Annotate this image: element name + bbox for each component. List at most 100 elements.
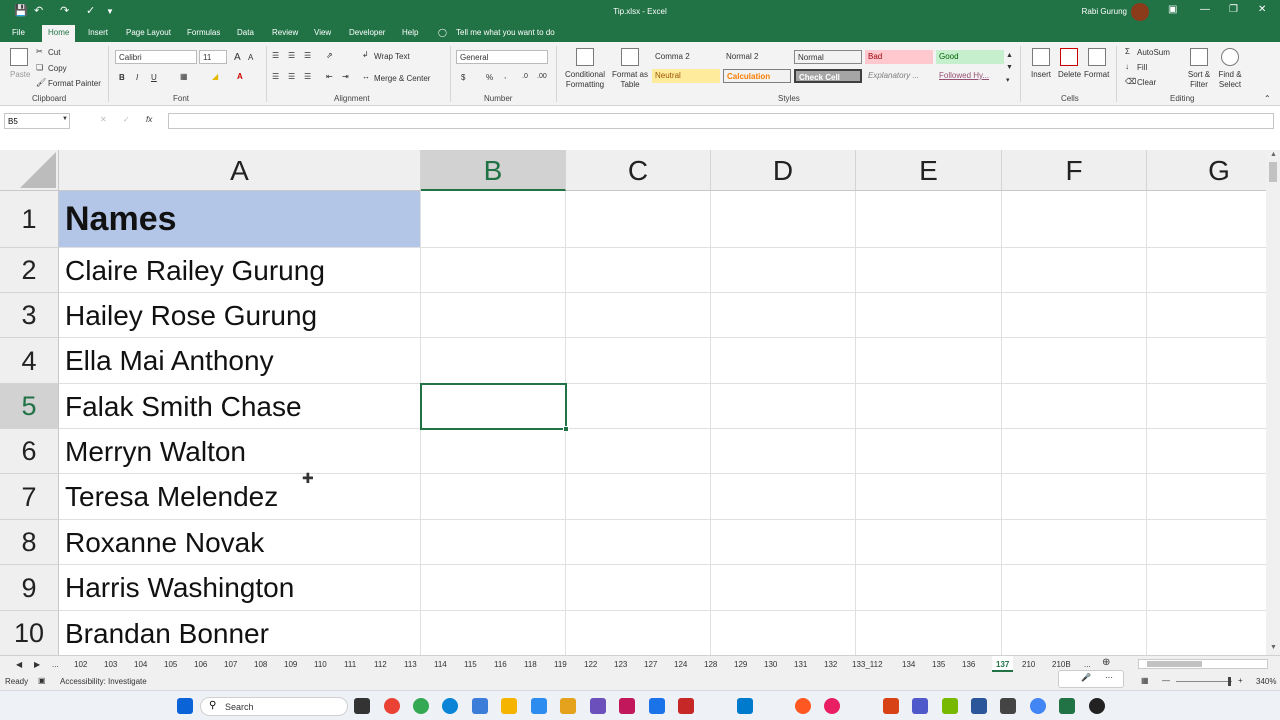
sheet-tab-104[interactable]: 104 <box>134 660 147 669</box>
vertical-scroll-thumb[interactable] <box>1269 162 1277 182</box>
sheet-tab-129[interactable]: 129 <box>734 660 747 669</box>
row-header-10[interactable]: 10 <box>0 611 59 655</box>
cell-d6[interactable] <box>711 429 856 474</box>
clear-button[interactable]: Clear <box>1137 78 1156 87</box>
wrap-text-button[interactable]: Wrap Text <box>374 52 410 61</box>
next-sheet-icon[interactable]: ▶ <box>34 660 40 669</box>
delete-cells-button[interactable]: Delete <box>1058 70 1081 79</box>
column-header-d[interactable]: D <box>711 150 856 191</box>
minimize-icon[interactable]: — <box>1200 4 1210 15</box>
app-icon-5[interactable] <box>795 698 811 714</box>
row-header-5[interactable]: 5 <box>0 384 59 429</box>
calendar-icon[interactable] <box>472 698 488 714</box>
style-calculation[interactable]: Calculation <box>723 69 791 83</box>
zoom-level[interactable]: 340% <box>1256 677 1276 686</box>
style-bad[interactable]: Bad <box>865 50 933 64</box>
align-top-icon[interactable]: ☰ <box>272 51 279 60</box>
decrease-font-icon[interactable]: A <box>248 53 253 62</box>
cut-icon[interactable]: ✂ <box>36 47 43 56</box>
prev-sheet-icon[interactable]: ◀ <box>16 660 22 669</box>
style-good[interactable]: Good <box>936 50 1004 64</box>
cell-a2[interactable]: Claire Railey Gurung <box>59 248 421 293</box>
maximize-icon[interactable]: ❐ <box>1229 4 1238 15</box>
comma-button[interactable]: , <box>504 71 506 80</box>
cell-b2[interactable] <box>421 248 566 293</box>
row-header-4[interactable]: 4 <box>0 338 59 384</box>
tab-insert[interactable]: Insert <box>88 28 108 37</box>
wrap-text-icon[interactable]: ↲ <box>362 50 369 59</box>
find-select-button[interactable]: Find & Select <box>1213 70 1247 90</box>
sort-filter-button[interactable]: Sort & Filter <box>1184 70 1214 90</box>
cell-f8[interactable] <box>1002 520 1147 565</box>
task-view-icon[interactable] <box>354 698 370 714</box>
styles-scroll-up-icon[interactable]: ▲ <box>1006 52 1013 59</box>
nvidia-icon[interactable] <box>942 698 958 714</box>
tab-data[interactable]: Data <box>237 28 254 37</box>
font-color-icon[interactable]: A <box>237 72 243 81</box>
align-bottom-icon[interactable]: ☰ <box>304 51 311 60</box>
cell-d7[interactable] <box>711 474 856 520</box>
row-header-2[interactable]: 2 <box>0 248 59 293</box>
cell-f2[interactable] <box>1002 248 1147 293</box>
align-left-icon[interactable]: ☰ <box>272 72 279 81</box>
name-box[interactable]: B5 <box>4 113 70 129</box>
cell-c7[interactable] <box>566 474 711 520</box>
cell-a7[interactable]: Teresa Melendez <box>59 474 421 520</box>
microphone-icon[interactable]: 🎤 <box>1081 673 1091 682</box>
tab-formulas[interactable]: Formulas <box>187 28 220 37</box>
cell-b3[interactable] <box>421 293 566 338</box>
merge-center-button[interactable]: Merge & Center <box>374 74 430 83</box>
cell-c10[interactable] <box>566 611 711 655</box>
scroll-up-icon[interactable]: ▲ <box>1270 151 1277 158</box>
cell-b10[interactable] <box>421 611 566 655</box>
conditional-formatting-button[interactable]: Conditional Formatting <box>563 70 607 90</box>
cell-a4[interactable]: Ella Mai Anthony <box>59 338 421 384</box>
cell-e3[interactable] <box>856 293 1002 338</box>
bold-button[interactable]: B <box>119 73 125 82</box>
cell-a8[interactable]: Roxanne Novak <box>59 520 421 565</box>
cell-b4[interactable] <box>421 338 566 384</box>
app-icon-2[interactable] <box>590 698 606 714</box>
cell-e1[interactable] <box>856 191 1002 248</box>
cell-f6[interactable] <box>1002 429 1147 474</box>
style-check-cell[interactable]: Check Cell <box>794 69 862 83</box>
sheet-tab-137[interactable]: 137 <box>992 656 1014 672</box>
style-followed-hyperlink[interactable]: Followed Hy... <box>936 69 1004 83</box>
sheet-overflow[interactable]: ... <box>52 660 59 669</box>
cell-g7[interactable] <box>1147 474 1266 520</box>
cell-e9[interactable] <box>856 565 1002 611</box>
cell-c8[interactable] <box>566 520 711 565</box>
sheet-tab-134[interactable]: 134 <box>902 660 915 669</box>
cell-f7[interactable] <box>1002 474 1147 520</box>
cell-f5[interactable] <box>1002 384 1147 429</box>
cell-c5[interactable] <box>566 384 711 429</box>
firefox-icon[interactable] <box>384 698 400 714</box>
cell-g9[interactable] <box>1147 565 1266 611</box>
app-icon-7[interactable] <box>971 698 987 714</box>
tab-file[interactable]: File <box>12 28 25 37</box>
merge-center-icon[interactable]: ↔ <box>362 72 370 81</box>
app-icon-6[interactable] <box>824 698 840 714</box>
sheet-tab-115[interactable]: 115 <box>464 660 477 669</box>
format-cells-icon[interactable] <box>1088 48 1106 66</box>
cell-e8[interactable] <box>856 520 1002 565</box>
copy-icon[interactable]: ❏ <box>36 63 43 72</box>
horizontal-scroll-thumb[interactable] <box>1147 661 1202 667</box>
find-select-icon[interactable] <box>1221 48 1239 66</box>
sheet-tab-105[interactable]: 105 <box>164 660 177 669</box>
column-header-f[interactable]: F <box>1002 150 1147 191</box>
edge-icon[interactable] <box>442 698 458 714</box>
app-icon-3[interactable] <box>619 698 635 714</box>
increase-indent-icon[interactable]: ⇥ <box>342 72 349 81</box>
style-comma-2[interactable]: Comma 2 <box>652 50 720 64</box>
sheet-tab-136[interactable]: 136 <box>962 660 975 669</box>
row-header-6[interactable]: 6 <box>0 429 59 474</box>
zoom-slider-thumb[interactable] <box>1228 677 1231 686</box>
enter-icon[interactable]: ✓ <box>123 115 130 124</box>
column-header-b[interactable]: B <box>421 150 566 191</box>
sheet-tab-112[interactable]: 112 <box>374 660 387 669</box>
cell-e7[interactable] <box>856 474 1002 520</box>
cell-a6[interactable]: Merryn Walton <box>59 429 421 474</box>
orientation-icon[interactable]: ⇗ <box>326 51 333 60</box>
sheet-tab-118[interactable]: 118 <box>524 660 537 669</box>
